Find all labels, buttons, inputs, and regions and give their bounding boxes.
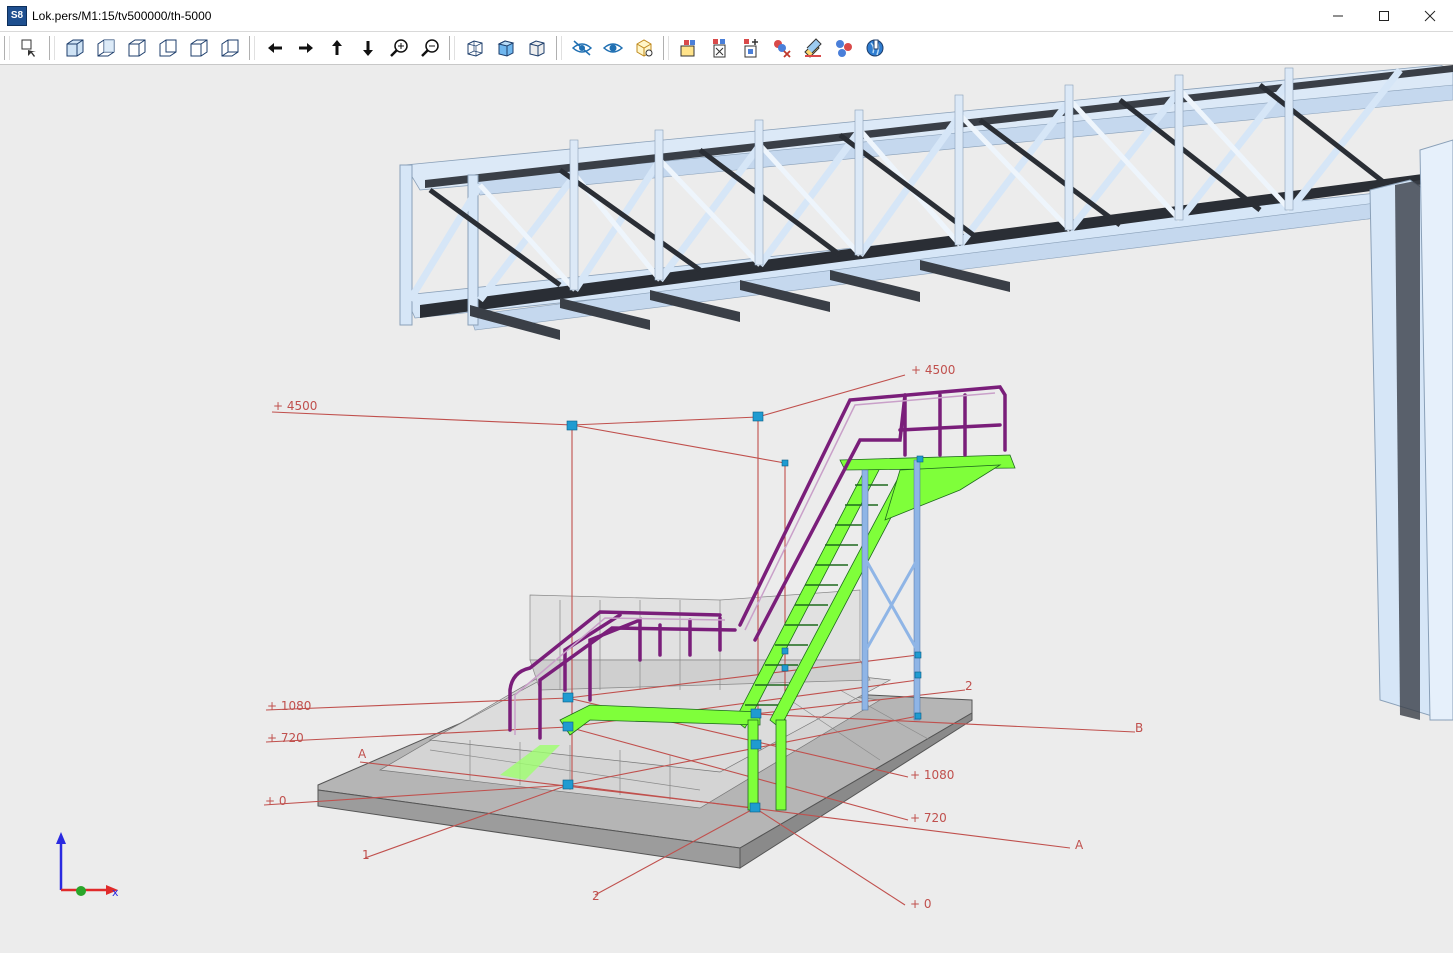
view-iso-1-icon bbox=[66, 39, 83, 57]
svg-text:x: x bbox=[112, 886, 119, 899]
view-iso-4-button[interactable] bbox=[154, 34, 182, 62]
view-iso-5-button[interactable] bbox=[185, 34, 213, 62]
select-orbit-icon bbox=[21, 39, 36, 57]
view-iso-2-button[interactable] bbox=[92, 34, 120, 62]
close-icon bbox=[1424, 10, 1436, 21]
select-orbit-button[interactable] bbox=[16, 34, 44, 62]
layer-export-icon bbox=[712, 39, 725, 58]
zoom-in-icon bbox=[389, 39, 408, 57]
toolbar-separator bbox=[49, 36, 55, 60]
y-axis-icon bbox=[76, 886, 86, 896]
toolbar-separator bbox=[4, 36, 10, 60]
shaded-button[interactable] bbox=[492, 34, 520, 62]
toolbar bbox=[0, 32, 1453, 65]
axis-label-1: 1 bbox=[362, 848, 370, 862]
pan-right-icon bbox=[298, 43, 313, 53]
view-iso-6-icon bbox=[221, 39, 238, 57]
layer-add-button[interactable] bbox=[737, 34, 765, 62]
window-controls bbox=[1315, 0, 1453, 31]
layer-remove-icon bbox=[773, 40, 791, 58]
layer-open-icon bbox=[680, 40, 695, 57]
layer-add-icon bbox=[743, 39, 758, 58]
wireframe-button[interactable] bbox=[461, 34, 489, 62]
toolbar-separator bbox=[556, 36, 562, 60]
level-label-left-720: + 720 bbox=[267, 731, 304, 745]
isolate-icon bbox=[636, 39, 652, 57]
axis-label-b: B bbox=[1135, 721, 1143, 735]
settings-globe-button[interactable] bbox=[861, 34, 889, 62]
maximize-button[interactable] bbox=[1361, 0, 1407, 31]
axis-label-2-right: 2 bbox=[965, 679, 973, 693]
show-button[interactable] bbox=[599, 34, 627, 62]
show-icon bbox=[602, 43, 623, 53]
pan-down-button[interactable] bbox=[354, 34, 382, 62]
view-iso-1-button[interactable] bbox=[61, 34, 89, 62]
view-iso-4-icon bbox=[159, 39, 176, 57]
shaded-icon bbox=[497, 40, 514, 57]
view-iso-3-icon bbox=[128, 39, 145, 57]
pan-left-button[interactable] bbox=[261, 34, 289, 62]
model-viewport[interactable]: + 4500 + 1080 + 720 + 0 + 4500 + 1080 + … bbox=[0, 65, 1453, 953]
pan-left-icon bbox=[267, 43, 282, 53]
level-label-left-0: + 0 bbox=[265, 794, 287, 808]
window-title: Lok.pers/M1:15/tv500000/th-5000 bbox=[32, 8, 212, 23]
annotation-labels: + 4500 + 1080 + 720 + 0 + 4500 + 1080 + … bbox=[265, 363, 1143, 911]
title-bar: S8 Lok.pers/M1:15/tv500000/th-5000 bbox=[0, 0, 1453, 32]
axis-label-a-left: A bbox=[358, 747, 367, 761]
pan-up-icon bbox=[331, 40, 342, 55]
isolate-button[interactable] bbox=[630, 34, 658, 62]
level-label-left-1080: + 1080 bbox=[267, 699, 311, 713]
axis-triad: x bbox=[56, 832, 119, 899]
layer-remove-button[interactable] bbox=[768, 34, 796, 62]
pan-up-button[interactable] bbox=[323, 34, 351, 62]
hidden-line-button[interactable] bbox=[523, 34, 551, 62]
pan-down-icon bbox=[362, 41, 373, 56]
view-iso-5-icon bbox=[190, 39, 207, 57]
toolbar-separator bbox=[449, 36, 455, 60]
layer-group-icon bbox=[835, 40, 852, 57]
maximize-icon bbox=[1379, 10, 1389, 21]
level-label-right-0: + 0 bbox=[910, 897, 932, 911]
toolbar-separator bbox=[249, 36, 255, 60]
hide-button[interactable] bbox=[568, 34, 596, 62]
zoom-in-button[interactable] bbox=[385, 34, 413, 62]
hide-icon bbox=[571, 40, 592, 56]
layer-export-button[interactable] bbox=[706, 34, 734, 62]
settings-globe-icon bbox=[866, 39, 883, 57]
axis-label-a-right: A bbox=[1075, 838, 1084, 852]
layer-edit-button[interactable] bbox=[799, 34, 827, 62]
close-button[interactable] bbox=[1407, 0, 1453, 31]
view-iso-6-button[interactable] bbox=[216, 34, 244, 62]
level-label-right-720: + 720 bbox=[910, 811, 947, 825]
hidden-line-icon bbox=[529, 40, 544, 57]
layer-edit-icon bbox=[803, 38, 822, 58]
layer-group-button[interactable] bbox=[830, 34, 858, 62]
layer-open-button[interactable] bbox=[675, 34, 703, 62]
minimize-button[interactable] bbox=[1315, 0, 1361, 31]
pan-right-button[interactable] bbox=[292, 34, 320, 62]
level-label-right-4500: + 4500 bbox=[911, 363, 955, 377]
wireframe-icon bbox=[467, 40, 482, 57]
view-iso-3-button[interactable] bbox=[123, 34, 151, 62]
view-iso-2-icon bbox=[97, 39, 114, 57]
zoom-out-icon bbox=[420, 39, 439, 57]
level-label-right-1080: + 1080 bbox=[910, 768, 954, 782]
level-label-left-4500: + 4500 bbox=[273, 399, 317, 413]
axis-label-2-bottom: 2 bbox=[592, 889, 600, 903]
app-icon: S8 bbox=[7, 5, 27, 26]
zoom-out-button[interactable] bbox=[416, 34, 444, 62]
minimize-icon bbox=[1333, 15, 1343, 16]
toolbar-separator bbox=[663, 36, 669, 60]
